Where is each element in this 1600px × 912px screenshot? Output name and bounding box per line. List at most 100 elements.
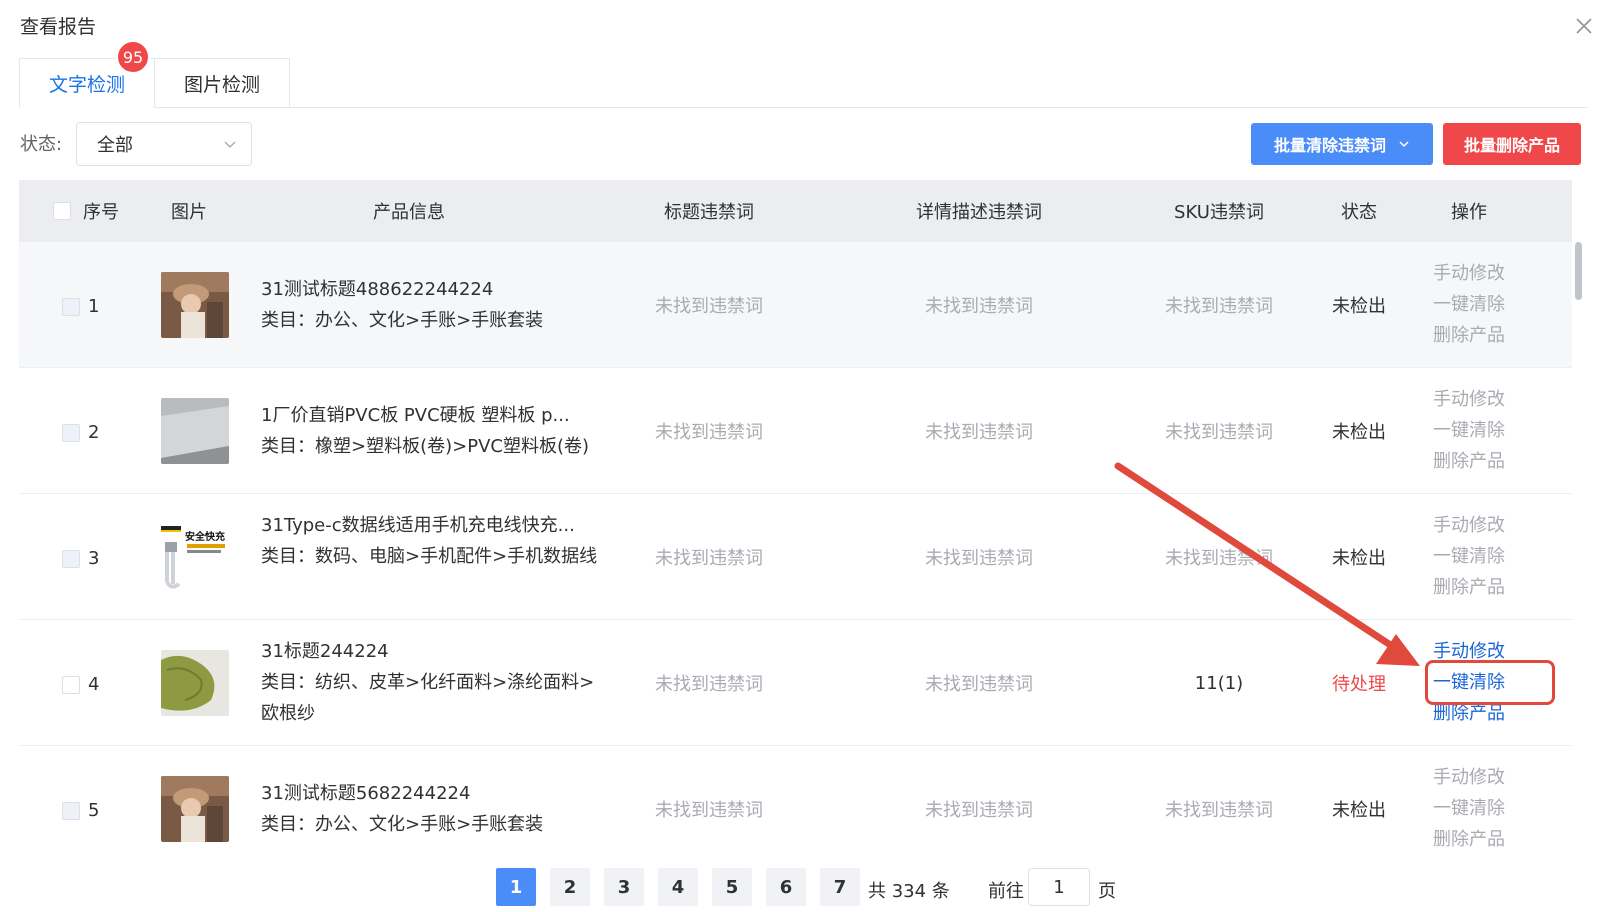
title-words-cell: 未找到违禁词 <box>655 674 763 695</box>
page-button-1[interactable]: 1 <box>496 868 536 906</box>
row-seq-number: 4 <box>88 674 100 695</box>
header-sku-words: SKU违禁词 <box>1174 202 1264 223</box>
product-info: 1厂价直销PVC板 PVC硬板 塑料板 p... 类目：橡塑>塑料板(卷)>PV… <box>261 400 601 462</box>
manual-edit-link[interactable]: 手动修改 <box>1419 384 1519 415</box>
goto-page-input[interactable]: 1 <box>1028 868 1090 906</box>
row-seq: 5 <box>62 800 99 821</box>
delete-product-link[interactable]: 删除产品 <box>1419 824 1519 852</box>
page-button-7[interactable]: 7 <box>820 868 860 906</box>
product-info: 31Type-c数据线适用手机充电线快充... 类目：数码、电脑>手机配件>手机… <box>261 510 601 572</box>
page-button-4[interactable]: 4 <box>658 868 698 906</box>
row-seq: 3 <box>62 548 99 569</box>
title-words-cell: 未找到违禁词 <box>655 296 763 317</box>
header-desc-words: 详情描述违禁词 <box>916 202 1042 223</box>
page-suffix: 页 <box>1098 881 1116 902</box>
report-table: 序号 图片 产品信息 标题违禁词 详情描述违禁词 SKU违禁词 状态 操作 1 … <box>19 180 1587 852</box>
product-title: 31测试标题488622244224 <box>261 279 494 300</box>
delete-product-link[interactable]: 删除产品 <box>1419 446 1519 477</box>
delete-product-link[interactable]: 删除产品 <box>1419 698 1519 729</box>
count-badge: 95 <box>116 40 150 74</box>
close-icon[interactable] <box>1572 14 1596 38</box>
row-seq-number: 2 <box>88 422 100 443</box>
product-thumbnail <box>161 272 229 338</box>
row-checkbox[interactable] <box>62 801 80 820</box>
manual-edit-link[interactable]: 手动修改 <box>1419 510 1519 541</box>
row-seq-number: 1 <box>88 296 100 317</box>
header-status: 状态 <box>1341 202 1377 223</box>
desc-words-cell: 未找到违禁词 <box>925 296 1033 317</box>
delete-product-link[interactable]: 删除产品 <box>1419 320 1519 351</box>
row-ops: 手动修改 一键清除 删除产品 <box>1419 384 1519 477</box>
title-words-cell: 未找到违禁词 <box>655 422 763 443</box>
delete-product-link[interactable]: 删除产品 <box>1419 572 1519 603</box>
row-checkbox[interactable] <box>62 549 80 568</box>
page-button-2[interactable]: 2 <box>550 868 590 906</box>
sku-words-cell: 未找到违禁词 <box>1165 422 1273 443</box>
one-click-clear-link[interactable]: 一键清除 <box>1419 667 1519 698</box>
dialog-title: 查看报告 <box>20 16 97 38</box>
batch-delete-label: 批量删除产品 <box>1463 136 1560 155</box>
one-click-clear-link[interactable]: 一键清除 <box>1419 541 1519 572</box>
desc-words-cell: 未找到违禁词 <box>925 548 1033 569</box>
tab-image-check-label: 图片检测 <box>183 73 260 96</box>
table-scrollbar[interactable] <box>1572 242 1584 852</box>
page-button-3[interactable]: 3 <box>604 868 644 906</box>
thumbnail-label: 安全快充 <box>185 530 225 543</box>
table-row: 3 安全快充 31Type-c数据线适用手机充电线快充... 类目：数码、电脑>… <box>19 494 1572 620</box>
tab-image-check[interactable]: 图片检测 <box>154 58 290 108</box>
title-words-cell: 未找到违禁词 <box>655 548 763 569</box>
title-words-cell: 未找到违禁词 <box>655 800 763 821</box>
batch-delete-button[interactable]: 批量删除产品 <box>1443 123 1581 165</box>
tab-text-check-label: 文字检测 <box>48 73 125 96</box>
chevron-down-icon <box>224 141 236 148</box>
pagination: 1 2 3 4 5 6 7 共 334 条 前往 1 页 <box>0 868 1600 908</box>
scrollbar-thumb[interactable] <box>1575 242 1582 300</box>
header-seq-label: 序号 <box>83 202 119 223</box>
status-select-value: 全部 <box>97 135 133 156</box>
row-checkbox[interactable] <box>62 423 80 442</box>
one-click-clear-link[interactable]: 一键清除 <box>1419 793 1519 824</box>
one-click-clear-link[interactable]: 一键清除 <box>1419 415 1519 446</box>
row-seq: 4 <box>62 674 99 695</box>
sku-words-cell: 未找到违禁词 <box>1165 548 1273 569</box>
product-title: 1厂价直销PVC板 PVC硬板 塑料板 p... <box>261 405 570 426</box>
manual-edit-link[interactable]: 手动修改 <box>1419 636 1519 667</box>
table-header: 序号 图片 产品信息 标题违禁词 详情描述违禁词 SKU违禁词 状态 操作 <box>19 180 1572 242</box>
row-seq: 1 <box>62 296 99 317</box>
header-seq: 序号 <box>46 180 126 242</box>
row-checkbox[interactable] <box>62 675 80 694</box>
goto-label: 前往 <box>988 881 1024 902</box>
batch-clear-button[interactable]: 批量清除违禁词 <box>1251 123 1433 165</box>
row-ops: 手动修改 一键清除 删除产品 <box>1419 510 1519 603</box>
row-checkbox[interactable] <box>62 297 80 316</box>
product-thumbnail <box>161 650 229 716</box>
desc-words-cell: 未找到违禁词 <box>925 800 1033 821</box>
table-row: 4 31标题244224 类目：纺织、皮革>化纤面料>涤纶面料>欧根纱 未找到违… <box>19 620 1572 746</box>
product-info: 31标题244224 类目：纺织、皮革>化纤面料>涤纶面料>欧根纱 <box>261 636 601 729</box>
product-title: 31测试标题5682244224 <box>261 783 471 804</box>
status-cell: 未检出 <box>1332 548 1386 569</box>
status-filter-label: 状态: <box>20 134 63 155</box>
row-ops: 手动修改 一键清除 删除产品 <box>1419 636 1519 729</box>
product-category: 类目：纺织、皮革>化纤面料>涤纶面料>欧根纱 <box>261 672 595 724</box>
chevron-down-icon <box>1399 141 1409 148</box>
row-seq: 2 <box>62 422 99 443</box>
product-info: 31测试标题5682244224 类目：办公、文化>手账>手账套装 <box>261 778 601 840</box>
product-category: 类目：数码、电脑>手机配件>手机数据线 <box>261 546 598 567</box>
manual-edit-link[interactable]: 手动修改 <box>1419 762 1519 793</box>
header-product-info: 产品信息 <box>373 202 445 223</box>
status-select[interactable]: 全部 <box>76 122 252 166</box>
select-all-checkbox[interactable] <box>53 202 71 220</box>
page-button-5[interactable]: 5 <box>712 868 752 906</box>
sku-words-cell: 未找到违禁词 <box>1165 800 1273 821</box>
one-click-clear-link[interactable]: 一键清除 <box>1419 289 1519 320</box>
header-image: 图片 <box>171 202 207 223</box>
manual-edit-link[interactable]: 手动修改 <box>1419 258 1519 289</box>
product-category: 类目：办公、文化>手账>手账套装 <box>261 310 544 331</box>
page-button-6[interactable]: 6 <box>766 868 806 906</box>
product-category: 类目：橡塑>塑料板(卷)>PVC塑料板(卷) <box>261 436 589 457</box>
status-cell: 待处理 <box>1332 674 1386 695</box>
desc-words-cell: 未找到违禁词 <box>925 422 1033 443</box>
product-thumbnail <box>161 776 229 842</box>
product-thumbnail <box>161 398 229 464</box>
